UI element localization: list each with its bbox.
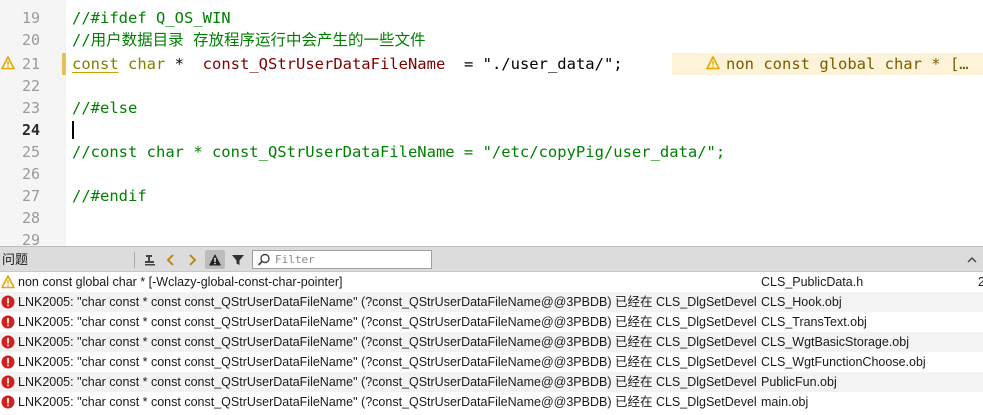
- line-number: 27: [21, 187, 40, 205]
- chevron-right-icon: [189, 253, 197, 266]
- previous-item-button[interactable]: [161, 250, 181, 269]
- line-number: 20: [21, 31, 40, 49]
- gutter-line-24: 24: [0, 119, 66, 141]
- line-number: 26: [21, 165, 40, 183]
- issue-row[interactable]: LNK2005: "char const * const const_QStrU…: [0, 372, 983, 392]
- issue-message: LNK2005: "char const * const const_QStrU…: [18, 335, 756, 349]
- issue-message: LNK2005: "char const * const const_QStrU…: [18, 295, 756, 309]
- code-line-19[interactable]: //#ifdef Q_OS_WIN: [72, 7, 983, 29]
- build-filter-button[interactable]: [140, 250, 160, 269]
- gutter-line-29: 29: [0, 229, 66, 246]
- code-line-23[interactable]: //#else: [72, 97, 983, 119]
- line-number: 21: [21, 55, 40, 73]
- line-number: 23: [21, 99, 40, 117]
- filter-input[interactable]: [275, 251, 425, 268]
- code-line-26[interactable]: [72, 163, 983, 185]
- issues-toolbar: 问题: [0, 246, 983, 272]
- gutter-line-19: 19: [0, 7, 66, 29]
- code-line-27[interactable]: //#endif: [72, 185, 983, 207]
- issue-row[interactable]: LNK2005: "char const * const const_QStrU…: [0, 332, 983, 352]
- gutter-line-20: 20: [0, 29, 66, 51]
- issue-file: main.obj: [761, 395, 809, 409]
- issue-file: CLS_TransText.obj: [761, 315, 867, 329]
- gutter-line-28: 28: [0, 207, 66, 229]
- code-line-22[interactable]: [72, 75, 983, 97]
- warning-icon: [1, 275, 15, 289]
- collapse-panel-button[interactable]: [963, 250, 981, 269]
- funnel-icon: [232, 254, 244, 265]
- gutter-line-27: 27: [0, 185, 66, 207]
- issue-message: LNK2005: "char const * const const_QStrU…: [18, 315, 756, 329]
- code-line-25[interactable]: //const char * const_QStrUserDataFileNam…: [72, 141, 983, 163]
- issue-row[interactable]: non const global char * [-Wclazy-global-…: [0, 272, 983, 292]
- issue-row[interactable]: LNK2005: "char const * const const_QStrU…: [0, 292, 983, 312]
- keyword-const: const: [72, 55, 119, 73]
- code-line-28[interactable]: [72, 207, 983, 229]
- gutter-line-26: 26: [0, 163, 66, 185]
- line-number: 29: [21, 231, 40, 246]
- assignment-text: = "./user_data/";: [445, 55, 623, 73]
- issue-message: LNK2005: "char const * const const_QStrU…: [18, 375, 756, 389]
- inline-warning-text: non const global char * […: [726, 55, 969, 73]
- gutter-line-21: 21: [0, 53, 66, 75]
- gutter-line-25: 25: [0, 141, 66, 163]
- gutter-line-23: 23: [0, 97, 66, 119]
- issues-list[interactable]: non const global char * [-Wclazy-global-…: [0, 272, 983, 415]
- warning-icon: [706, 56, 720, 70]
- issue-message: non const global char * [-Wclazy-global-…: [18, 275, 343, 289]
- issue-line-number: 2: [978, 275, 983, 289]
- inline-warning-annotation[interactable]: non const global char * […: [672, 53, 983, 75]
- next-item-button[interactable]: [182, 250, 202, 269]
- issue-row[interactable]: LNK2005: "char const * const const_QStrU…: [0, 352, 983, 372]
- pointer-token: *: [165, 55, 203, 73]
- warning-icon[interactable]: [1, 56, 15, 70]
- issue-file: CLS_WgtFunctionChoose.obj: [761, 355, 926, 369]
- error-icon: [1, 375, 15, 389]
- error-icon: [1, 295, 15, 309]
- code-editor[interactable]: 19 20 21 22 23 24 25 26 27 28 29 //#ifde…: [0, 0, 983, 246]
- variable-name: const_QStrUserDataFileName: [202, 55, 446, 73]
- error-icon: [1, 315, 15, 329]
- error-icon: [1, 335, 15, 349]
- filter-categories-button[interactable]: [228, 250, 248, 269]
- code-line-29[interactable]: [72, 229, 983, 246]
- search-icon: [257, 253, 270, 266]
- chevron-left-icon: [166, 253, 174, 266]
- chevron-up-icon: [967, 256, 977, 262]
- change-marker: [62, 53, 66, 75]
- text-cursor: [72, 121, 74, 139]
- issue-file: CLS_PublicData.h: [761, 275, 864, 289]
- line-number-gutter[interactable]: 19 20 21 22 23 24 25 26 27 28 29: [0, 0, 66, 246]
- code-line-24[interactable]: [72, 119, 983, 141]
- code-line-20[interactable]: //用户数据目录 存放程序运行中会产生的一些文件: [72, 29, 983, 51]
- error-icon: [1, 395, 15, 409]
- issue-file: PublicFun.obj: [761, 375, 837, 389]
- toolbar-divider: [134, 252, 135, 268]
- error-icon: [1, 355, 15, 369]
- issue-row[interactable]: LNK2005: "char const * const const_QStrU…: [0, 392, 983, 412]
- panel-title: 问题: [2, 252, 29, 267]
- gutter-line-22: 22: [0, 75, 66, 97]
- hammer-filter-icon: [145, 254, 155, 265]
- issue-row[interactable]: LNK2005: "char const * const const_QStrU…: [0, 312, 983, 332]
- warning-icon: [209, 253, 221, 265]
- issue-file: CLS_WgtBasicStorage.obj: [761, 335, 909, 349]
- issue-message: LNK2005: "char const * const const_QStrU…: [18, 395, 756, 409]
- issue-message: LNK2005: "char const * const const_QStrU…: [18, 355, 756, 369]
- show-warnings-toggle[interactable]: [205, 250, 225, 269]
- line-number-current: 24: [21, 121, 40, 139]
- line-number: 22: [21, 77, 40, 95]
- filter-field[interactable]: [252, 250, 432, 269]
- code-area[interactable]: //#ifdef Q_OS_WIN //用户数据目录 存放程序运行中会产生的一些…: [72, 0, 983, 246]
- line-number: 19: [21, 9, 40, 27]
- line-number: 28: [21, 209, 40, 227]
- line-number: 25: [21, 143, 40, 161]
- type-char: char: [128, 55, 166, 73]
- issue-file: CLS_Hook.obj: [761, 295, 842, 309]
